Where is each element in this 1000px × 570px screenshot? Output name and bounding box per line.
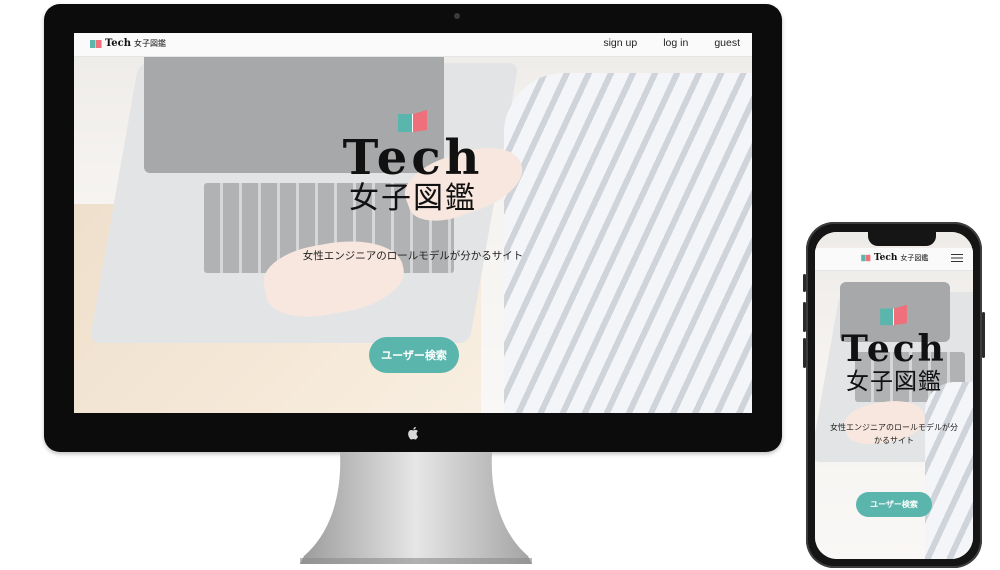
mobile-hero-title: Tech [841,328,947,370]
book-emblem-icon [880,304,907,326]
book-logo-icon [861,254,871,262]
mobile-logo-subtext: 女子図鑑 [900,254,929,262]
hero-section: Tech 女子図鑑 女性エンジニアのロールモデルが分かるサイト ユーザー検索 [74,56,752,413]
header-nav: sign up log in guest [603,37,740,49]
hero-subtitle: 女子図鑑 [349,181,477,216]
user-search-button[interactable]: ユーザー検索 [369,337,459,373]
mobile-hero-tagline: 女性エンジニアのロールモデルが分かるサイト [830,423,958,445]
logo-text: Tech [105,38,132,49]
site-logo[interactable]: Tech 女子図鑑 [90,38,166,49]
hamburger-menu-icon[interactable] [951,252,963,264]
monitor-stand [300,452,532,564]
apple-logo-icon [408,426,418,440]
mobile-user-search-button[interactable]: ユーザー検索 [856,492,932,517]
guest-link[interactable]: guest [714,37,740,49]
logo-subtext: 女子図鑑 [134,39,167,48]
login-link[interactable]: log in [663,37,688,49]
site-header: Tech 女子図鑑 sign up log in guest [74,33,752,57]
book-logo-icon [90,39,102,48]
mobile-hero-section: Tech 女子図鑑 女性エンジニアのロールモデルが分かるサイト ユーザー検索 [815,271,973,559]
signup-link[interactable]: sign up [603,37,637,49]
mobile-header: Tech 女子図鑑 [815,248,973,271]
desktop-screen: Tech 女子図鑑 sign up log in guest Tech 女子図鑑… [74,33,752,413]
camera-icon [454,13,460,19]
phone-notch [868,231,936,246]
mobile-site-logo[interactable]: Tech 女子図鑑 [861,253,928,263]
hero-tagline: 女性エンジニアのロールモデルが分かるサイト [302,250,524,262]
hero-title: Tech [342,130,484,186]
mobile-logo-text: Tech [874,253,898,263]
mobile-hero-subtitle: 女子図鑑 [846,369,942,395]
mobile-screen: Tech 女子図鑑 Tech 女子図鑑 女性エンジニアのロールモデルが分かるサイ… [815,232,973,559]
